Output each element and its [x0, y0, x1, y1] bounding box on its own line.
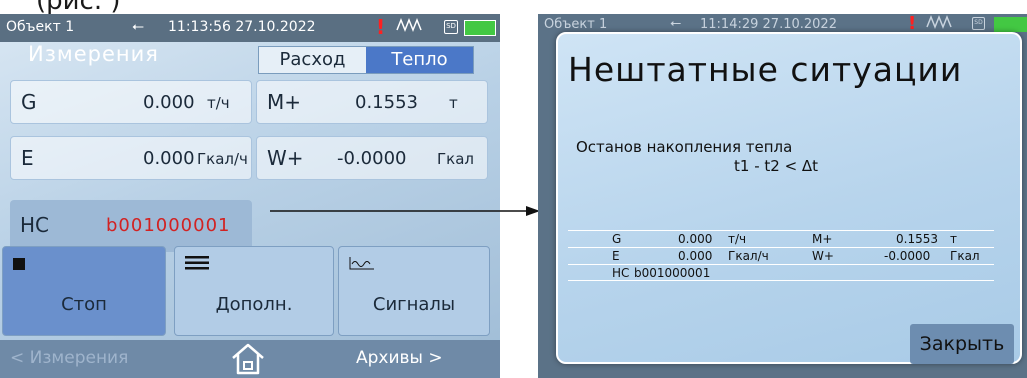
clock-dimmed: 11:14:29 27.10.2022: [700, 17, 837, 32]
emergency-screen: Объект 1 ⭠ 11:14:29 27.10.2022 ! SD Нешт…: [538, 14, 1027, 378]
sd-card-icon: SD: [972, 17, 985, 30]
table-row: НС b001000001: [568, 264, 994, 281]
dialog-message-line1: Останов накопления тепла: [576, 138, 793, 156]
signal-wave-icon: [926, 14, 958, 34]
table-row: G 0.000 т/ч M+ 0.1553 т: [568, 230, 994, 247]
object-label-dimmed: Объект 1: [544, 17, 608, 32]
dialog-title: Нештатные ситуации: [568, 50, 963, 89]
usb-icon: ⭠: [670, 15, 682, 31]
close-button[interactable]: Закрыть: [910, 324, 1014, 364]
dialog-message-line2: t1 - t2 < Δt: [734, 157, 819, 175]
emergency-dialog: Нештатные ситуации Останов накопления те…: [556, 32, 1022, 364]
alarm-icon: !: [908, 14, 917, 34]
summary-table: G 0.000 т/ч M+ 0.1553 т E 0.000 Гкал/ч W…: [568, 230, 994, 281]
table-row: E 0.000 Гкал/ч W+ -0.0000 Гкал: [568, 247, 994, 264]
battery-icon: [994, 17, 1027, 32]
